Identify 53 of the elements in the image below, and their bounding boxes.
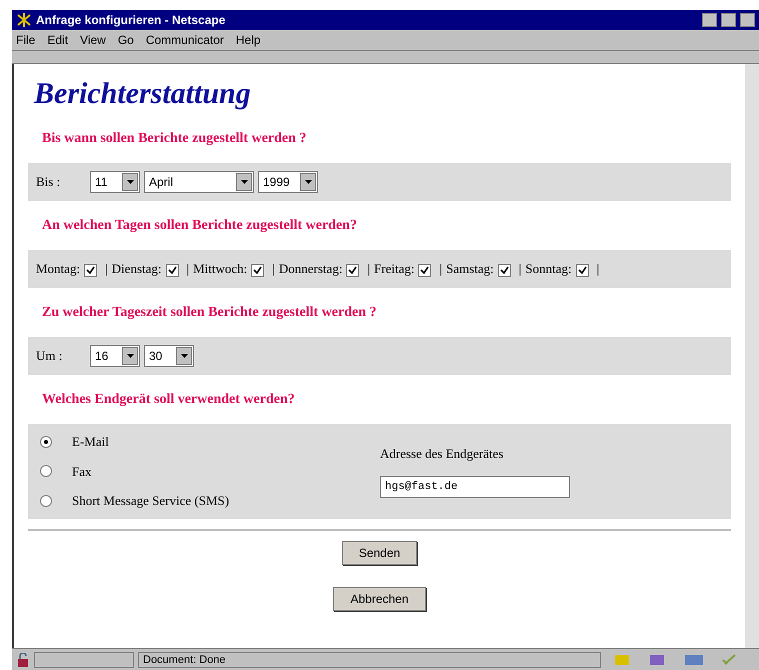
day-label: Mittwoch: xyxy=(193,261,248,276)
separator: | xyxy=(518,261,522,276)
checkbox[interactable] xyxy=(498,264,511,277)
day-label: Samstag: xyxy=(446,261,494,276)
app-logo-icon xyxy=(16,13,32,27)
separator: | xyxy=(186,261,190,276)
separator: | xyxy=(439,261,442,276)
day-label: Donnerstag: xyxy=(278,261,342,276)
separator: | xyxy=(596,261,600,276)
day-label: Sonntag: xyxy=(525,261,572,276)
separator: | xyxy=(272,261,275,276)
option-label: E-Mail xyxy=(72,433,109,451)
question: Bis wann sollen Berichte zugestellt werden ? xyxy=(42,130,308,148)
checkbox[interactable] xyxy=(166,264,178,277)
question: An welchen Tagen sollen Berichte zugestellt werden? xyxy=(42,217,358,235)
field-label: Um : xyxy=(36,347,64,366)
status-text: Document: Done xyxy=(138,652,601,668)
checkbox[interactable] xyxy=(251,264,264,277)
separator: | xyxy=(367,261,370,276)
dropdown[interactable]: 30 xyxy=(144,345,194,367)
dropdown[interactable]: 1999 xyxy=(258,171,318,193)
day-label: Dienstag: xyxy=(112,261,162,276)
checkbox[interactable] xyxy=(418,264,432,277)
form-button[interactable]: Senden xyxy=(342,540,418,564)
option-label: Short Message Service (SMS) xyxy=(72,492,230,510)
question: Zu welcher Tageszeit sollen Berichte zugestellt werden ? xyxy=(42,304,378,322)
field-label: Bis : xyxy=(36,173,62,192)
option-label: Fax xyxy=(72,462,92,480)
menu-item[interactable]: View xyxy=(80,31,106,49)
menu-item[interactable]: File xyxy=(16,31,36,49)
window-title: Anfrage konfigurieren - Netscape xyxy=(36,12,226,29)
radio-button[interactable] xyxy=(40,465,52,478)
form-button[interactable]: Abbrechen xyxy=(333,586,426,610)
radio-button[interactable] xyxy=(40,494,52,507)
lock-icon xyxy=(16,652,30,666)
dropdown[interactable]: April xyxy=(144,171,254,193)
menu-item[interactable]: Edit xyxy=(47,31,68,49)
checkbox[interactable] xyxy=(84,264,98,277)
question: Welches Endgerät soll verwendet werden? xyxy=(42,391,296,409)
radio-button[interactable] xyxy=(40,436,52,448)
page-heading: Berichterstattung xyxy=(34,76,252,112)
separator: | xyxy=(105,261,108,276)
field-label: Adresse des Endgerätes xyxy=(380,445,504,463)
menu-item[interactable]: Communicator xyxy=(146,31,224,49)
day-label: Freitag: xyxy=(374,261,414,276)
dropdown[interactable]: 11 xyxy=(90,171,140,193)
dropdown[interactable]: 16 xyxy=(90,345,140,367)
address-field[interactable]: hgs@fast.de xyxy=(380,476,570,498)
day-label: Montag: xyxy=(36,261,80,276)
menu-item[interactable]: Go xyxy=(118,31,134,49)
checkbox[interactable] xyxy=(346,264,360,277)
menu-item[interactable]: Help xyxy=(236,31,261,49)
checkbox[interactable] xyxy=(576,264,589,277)
